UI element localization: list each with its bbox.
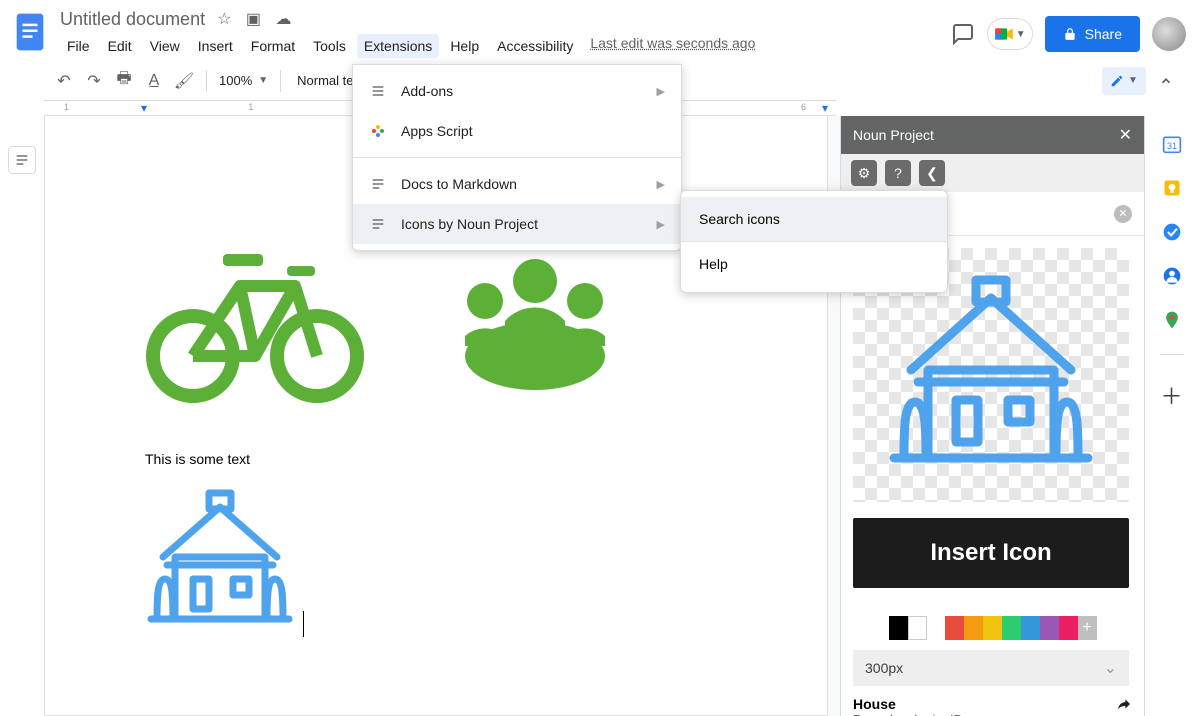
size-select[interactable]: 300px ⌄: [853, 650, 1129, 686]
swatch-black[interactable]: [889, 616, 908, 640]
addons-icon: [369, 82, 387, 100]
doc-image-people[interactable]: [445, 246, 625, 401]
extension-icon: [369, 175, 387, 193]
account-avatar[interactable]: [1152, 17, 1186, 51]
menu-edit[interactable]: Edit: [101, 34, 139, 58]
swatch-color[interactable]: [945, 616, 964, 640]
caret-down-icon: ▼: [1016, 29, 1026, 40]
color-swatches: +: [853, 616, 1132, 640]
google-side-rail: 31 ＋: [1144, 116, 1198, 716]
doc-image-house[interactable]: [145, 619, 299, 636]
cloud-icon[interactable]: ☁: [275, 11, 291, 28]
menu-format[interactable]: Format: [244, 34, 302, 58]
swatch-color[interactable]: [1040, 616, 1059, 640]
swatch-color[interactable]: [1059, 616, 1078, 640]
star-icon[interactable]: ☆: [217, 11, 231, 28]
outline-toggle-button[interactable]: [8, 146, 36, 174]
menu-extensions[interactable]: Extensions: [357, 34, 439, 58]
panel-help-button[interactable]: ?: [885, 160, 911, 186]
redo-button[interactable]: ↷: [80, 67, 108, 95]
menu-tools[interactable]: Tools: [306, 34, 353, 58]
last-edit[interactable]: Last edit was seconds ago: [590, 15, 755, 51]
menu-apps-script[interactable]: Apps Script: [353, 111, 681, 151]
noun-project-submenu: Search icons Help: [680, 190, 948, 293]
svg-text:31: 31: [1166, 141, 1176, 151]
print-button[interactable]: 🖶: [110, 67, 138, 95]
doc-text-line[interactable]: This is some text: [145, 451, 737, 467]
add-app-button[interactable]: ＋: [1160, 379, 1182, 411]
swatch-white[interactable]: [908, 616, 927, 640]
menu-bar: File Edit View Insert Format Tools Exten…: [60, 34, 580, 58]
contacts-app-icon[interactable]: [1162, 266, 1182, 286]
comments-icon[interactable]: [951, 22, 975, 46]
paint-format-button[interactable]: 🖌: [170, 67, 198, 95]
menu-noun-project[interactable]: Icons by Noun Project ▶: [353, 204, 681, 244]
panel-clear-button[interactable]: ✕: [1114, 205, 1132, 223]
spellcheck-button[interactable]: A̲: [140, 67, 168, 95]
calendar-app-icon[interactable]: 31: [1162, 134, 1182, 154]
keep-app-icon[interactable]: [1162, 178, 1182, 198]
zoom-select[interactable]: 100%▼: [213, 73, 274, 88]
tasks-app-icon[interactable]: [1162, 222, 1182, 242]
panel-close-button[interactable]: ✕: [1119, 125, 1132, 145]
panel-settings-button[interactable]: ⚙: [851, 160, 877, 186]
swatch-color[interactable]: [983, 616, 1002, 640]
submenu-arrow-icon: ▶: [657, 178, 665, 191]
maps-app-icon[interactable]: [1162, 310, 1182, 330]
insert-icon-button[interactable]: Insert Icon: [853, 518, 1129, 588]
menu-addons[interactable]: Add-ons ▶: [353, 71, 681, 111]
extension-icon: [369, 215, 387, 233]
menu-accessibility[interactable]: Accessibility: [490, 34, 580, 58]
menu-help[interactable]: Help: [443, 34, 486, 58]
submenu-help[interactable]: Help: [681, 242, 947, 286]
menu-view[interactable]: View: [143, 34, 187, 58]
text-cursor: [303, 611, 304, 637]
doc-image-bicycle[interactable]: [145, 236, 365, 411]
extensions-menu: Add-ons ▶ Apps Script Docs to Markdown ▶…: [352, 64, 682, 251]
swatch-color[interactable]: [1002, 616, 1021, 640]
undo-button[interactable]: ↶: [50, 67, 78, 95]
apps-script-icon: [369, 122, 387, 140]
meet-button[interactable]: ▼: [987, 18, 1033, 50]
share-label: Share: [1085, 26, 1122, 42]
collapse-toolbar-button[interactable]: [1152, 67, 1180, 95]
panel-share-button[interactable]: ❮: [919, 160, 945, 186]
menu-docs-to-markdown[interactable]: Docs to Markdown ▶: [353, 164, 681, 204]
chevron-down-icon: ⌄: [1104, 658, 1117, 678]
submenu-arrow-icon: ▶: [657, 85, 665, 98]
swatch-color[interactable]: [1021, 616, 1040, 640]
menu-file[interactable]: File: [60, 34, 97, 58]
panel-title: Noun Project: [853, 127, 934, 143]
submenu-arrow-icon: ▶: [657, 218, 665, 231]
indent-right-marker[interactable]: ▾: [822, 101, 828, 115]
icon-author[interactable]: By muh zakaria, ID: [853, 712, 1132, 716]
move-icon[interactable]: ▣: [246, 11, 261, 28]
doc-title[interactable]: Untitled document: [60, 9, 205, 30]
icon-share-button[interactable]: [1116, 696, 1132, 715]
swatch-add[interactable]: +: [1078, 616, 1097, 640]
submenu-search-icons[interactable]: Search icons: [681, 197, 947, 241]
editing-mode-button[interactable]: ▼: [1102, 67, 1146, 95]
swatch-color[interactable]: [964, 616, 983, 640]
docs-logo-icon[interactable]: [12, 8, 48, 56]
icon-name: House: [853, 696, 1132, 712]
menu-insert[interactable]: Insert: [191, 34, 240, 58]
share-button[interactable]: Share: [1045, 16, 1140, 52]
indent-left-marker[interactable]: ▾: [141, 101, 147, 115]
